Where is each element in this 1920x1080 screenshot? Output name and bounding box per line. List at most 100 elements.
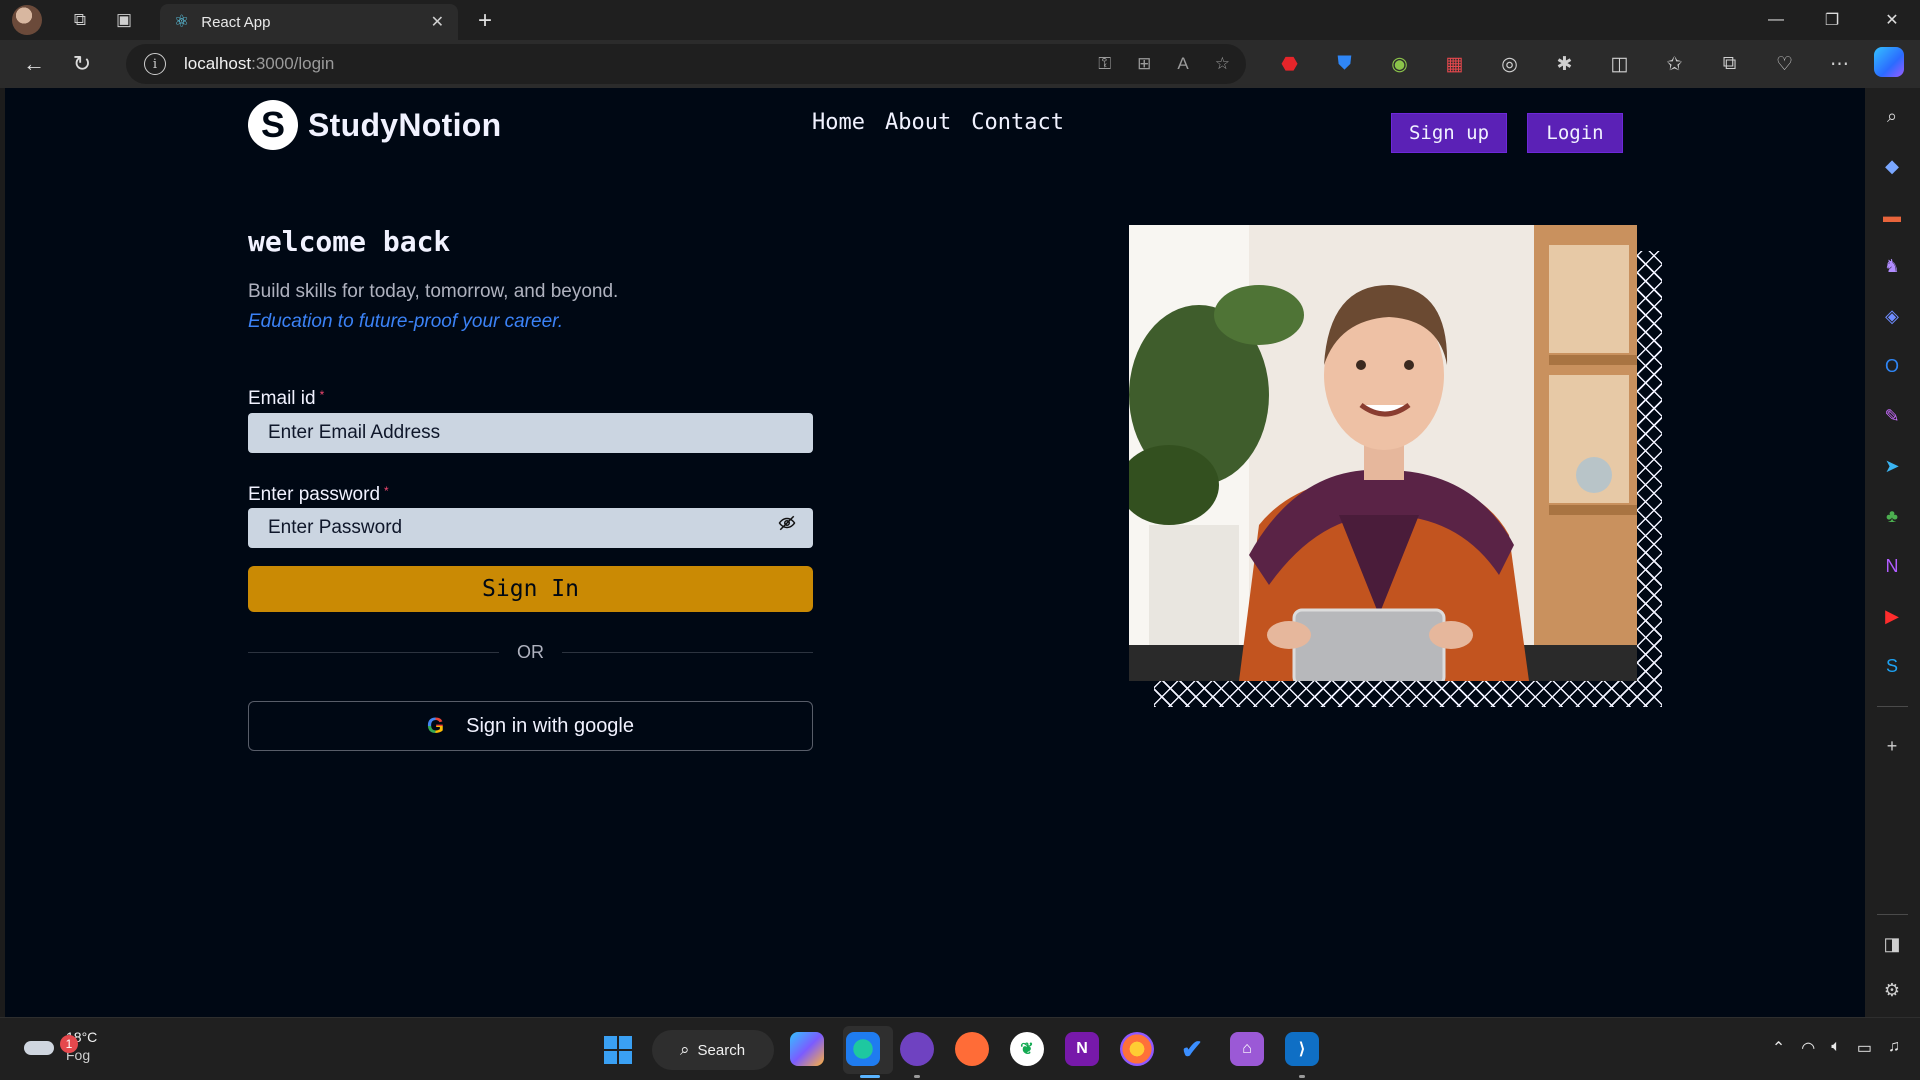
weather-widget[interactable]: 1 18°C Fog [22, 1028, 97, 1064]
bitwarden-extension-icon[interactable]: ⛊ [1317, 40, 1372, 88]
onenote-icon[interactable]: N [1878, 552, 1906, 580]
sidebar-divider [1877, 706, 1908, 707]
divider-line [562, 651, 813, 653]
sidebar-divider [1877, 914, 1908, 915]
password-label: Enter password * [248, 484, 389, 506]
dev-home-icon[interactable]: ⌂ [1230, 1032, 1264, 1066]
refresh-icon[interactable]: ↻ [58, 44, 106, 84]
copilot-icon[interactable] [1874, 47, 1904, 77]
copilot-taskbar-icon[interactable] [790, 1032, 824, 1066]
copilot-sidebar-icon[interactable]: ◈ [1878, 302, 1906, 330]
show-hidden-icons-icon[interactable]: ⌃ [1772, 1038, 1785, 1058]
postman-icon[interactable] [955, 1032, 989, 1066]
close-tab-icon[interactable]: ✕ [431, 12, 444, 32]
outlook-icon[interactable]: O [1878, 352, 1906, 380]
add-icon[interactable]: + [1878, 732, 1906, 760]
tab-actions-icon[interactable]: ▣ [104, 0, 144, 40]
google-signin-button[interactable]: G Sign in with google [248, 701, 813, 751]
todo-check-icon[interactable]: ✔ [1175, 1032, 1209, 1066]
password-field[interactable] [248, 508, 813, 548]
tab-title: React App [201, 13, 271, 31]
notifications-bell-icon[interactable]: ♫ [1888, 1038, 1900, 1058]
tab-react-app[interactable]: ⚛ React App ✕ [160, 4, 458, 40]
subtitle: Build skills for today, tomorrow, and be… [248, 281, 619, 302]
password-key-icon[interactable]: ⚿ [1098, 54, 1111, 74]
youtube-icon[interactable]: ▶ [1878, 602, 1906, 630]
search-icon[interactable]: ⌕ [1878, 102, 1906, 130]
favorites-icon[interactable]: ✩ [1647, 40, 1702, 88]
shopping-tag-icon[interactable]: ◆ [1878, 152, 1906, 180]
edge-taskbar-icon[interactable] [846, 1032, 880, 1066]
favorite-star-icon[interactable]: ☆ [1215, 54, 1230, 74]
target-extension-icon[interactable]: ◎ [1482, 40, 1537, 88]
skype-icon[interactable]: S [1878, 652, 1906, 680]
restore-button[interactable]: ❐ [1804, 0, 1860, 40]
signup-button[interactable]: Sign up [1391, 113, 1507, 153]
colorful-extension-icon[interactable]: ◉ [1372, 40, 1427, 88]
collections-icon[interactable]: ⧉ [1702, 40, 1757, 88]
performance-icon[interactable]: ♡ [1757, 40, 1812, 88]
site-logo[interactable]: S StudyNotion [248, 100, 502, 150]
workspaces-icon[interactable]: ⧉ [60, 0, 100, 40]
logo-text: StudyNotion [308, 106, 502, 143]
games-icon[interactable]: ♞ [1878, 252, 1906, 280]
extensions-row: ⬣ ⛊ ◉ ▦ ◎ ✱ ◫ ✩ ⧉ ♡ ⋯ [1262, 40, 1867, 88]
wifi-icon[interactable]: ◠ [1801, 1038, 1815, 1058]
taskbar-search-label: Search [697, 1041, 746, 1059]
running-indicator [860, 1075, 880, 1078]
battery-icon[interactable]: ▭ [1857, 1038, 1872, 1058]
required-mark: * [319, 388, 325, 402]
extensions-puzzle-icon[interactable]: ✱ [1537, 40, 1592, 88]
app-available-icon[interactable]: ⊞ [1137, 54, 1151, 74]
email-label-text: Email id [248, 388, 316, 409]
read-aloud-icon[interactable]: A [1177, 54, 1188, 74]
start-windows-icon[interactable] [604, 1036, 632, 1064]
github-desktop-icon[interactable] [900, 1032, 934, 1066]
or-divider: OR [248, 641, 813, 663]
designer-icon[interactable]: ✎ [1878, 402, 1906, 430]
minimize-button[interactable]: — [1748, 0, 1804, 40]
email-field[interactable] [248, 413, 813, 453]
tree-icon[interactable]: ♣ [1878, 502, 1906, 530]
nav-link-home[interactable]: Home [812, 110, 865, 135]
subtitle-emphasis: Education to future-proof your career. [248, 311, 564, 332]
more-menu-icon[interactable]: ⋯ [1812, 40, 1867, 88]
red-extension-icon[interactable]: ▦ [1427, 40, 1482, 88]
windows-taskbar: 1 18°C Fog ⌕ Search ❦ N ✔ ⌂ ⟩ ⌃ ◠ 🔈︎ ▭ ♫ [0, 1017, 1920, 1080]
eye-off-icon[interactable] [775, 511, 799, 535]
nav-link-about[interactable]: About [885, 110, 951, 135]
weather-badge: 1 [60, 1035, 78, 1053]
new-tab-button[interactable]: + [470, 6, 500, 36]
hide-sidebar-icon[interactable]: ◨ [1878, 930, 1906, 958]
site-info-icon[interactable]: i [144, 53, 166, 75]
running-indicator [1299, 1075, 1305, 1078]
browser-toolbar: ← ↻ i localhost:3000/login ⚿ ⊞ A ☆ ⬣ ⛊ ◉… [0, 40, 1920, 88]
back-icon[interactable]: ← [10, 44, 58, 84]
login-button[interactable]: Login [1527, 113, 1623, 153]
page-viewport: S StudyNotion Home About Contact Sign up… [5, 88, 1865, 1017]
url-host: localhost [184, 54, 252, 73]
profile-avatar[interactable] [12, 5, 42, 35]
telegram-icon[interactable]: ➤ [1878, 452, 1906, 480]
split-screen-icon[interactable]: ◫ [1592, 40, 1647, 88]
adblock-extension-icon[interactable]: ⬣ [1262, 40, 1317, 88]
divider-line [248, 651, 499, 653]
onenote-taskbar-icon[interactable]: N [1065, 1032, 1099, 1066]
settings-gear-icon[interactable]: ⚙ [1878, 976, 1906, 1004]
search-icon: ⌕ [680, 1040, 690, 1059]
site-navbar: S StudyNotion Home About Contact Sign up… [5, 88, 1865, 158]
tools-briefcase-icon[interactable]: ▬ [1878, 202, 1906, 230]
volume-icon[interactable]: 🔈︎ [1831, 1038, 1841, 1058]
page-title: welcome back [248, 225, 451, 258]
firefox-icon[interactable] [1120, 1032, 1154, 1066]
system-tray: ⌃ ◠ 🔈︎ ▭ ♫ [1772, 1038, 1900, 1058]
vscode-icon[interactable]: ⟩ [1285, 1032, 1319, 1066]
mongodb-compass-icon[interactable]: ❦ [1010, 1032, 1044, 1066]
close-window-button[interactable]: ✕ [1864, 0, 1920, 40]
signin-button[interactable]: Sign In [248, 566, 813, 612]
address-bar[interactable]: i localhost:3000/login ⚿ ⊞ A ☆ [126, 44, 1246, 84]
browser-titlebar: ⧉ ▣ ⚛ React App ✕ + — ❐ ✕ [0, 0, 1920, 40]
url-path: :3000/login [251, 54, 335, 73]
nav-link-contact[interactable]: Contact [971, 110, 1064, 135]
taskbar-search[interactable]: ⌕ Search [652, 1030, 774, 1070]
